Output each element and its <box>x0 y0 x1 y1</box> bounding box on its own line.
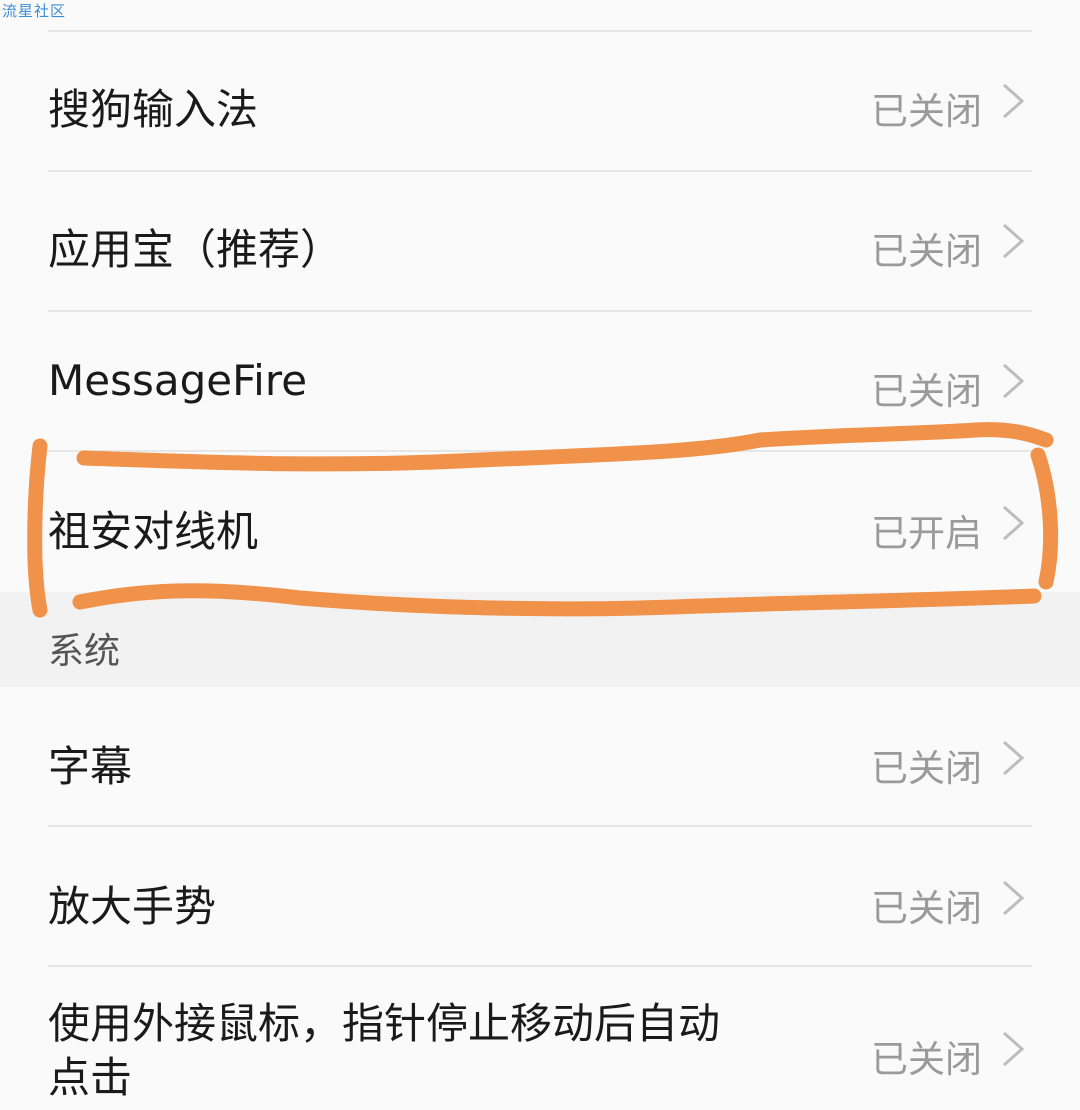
item-status: 已关闭 <box>871 230 982 273</box>
list-item-magnification-gesture[interactable]: 放大手势 已关闭 <box>0 827 1080 965</box>
chevron-right-icon <box>1003 363 1025 399</box>
item-label: MessageFire <box>48 356 308 405</box>
list-item-yingyongbao[interactable]: 应用宝（推荐） 已关闭 <box>0 172 1080 310</box>
item-status: 已关闭 <box>871 1038 982 1081</box>
item-label: 搜狗输入法 <box>48 85 259 134</box>
item-label: 应用宝（推荐） <box>48 225 343 274</box>
chevron-right-icon <box>1003 83 1025 119</box>
item-status: 已关闭 <box>871 90 982 133</box>
chevron-right-icon <box>1003 223 1025 259</box>
chevron-right-icon <box>1003 740 1025 776</box>
chevron-right-icon <box>1003 1031 1025 1067</box>
chevron-right-icon <box>1003 880 1025 916</box>
item-status: 已关闭 <box>871 747 982 790</box>
watermark: 流星社区 <box>2 2 67 20</box>
item-status: 已关闭 <box>871 887 982 930</box>
section-title: 系统 <box>48 631 121 672</box>
list-item-subtitles[interactable]: 字幕 已关闭 <box>0 687 1080 825</box>
list-item-auto-click[interactable]: 使用外接鼠标，指针停止移动后自动点击 已关闭 <box>0 967 1080 1110</box>
section-header-system: 系统 <box>0 592 1080 687</box>
item-label: 祖安对线机 <box>48 507 259 556</box>
item-status: 已开启 <box>871 512 982 555</box>
item-status: 已关闭 <box>871 370 982 413</box>
list-item-zuan-duixianji[interactable]: 祖安对线机 已开启 <box>0 452 1080 592</box>
list-item-sogou-input[interactable]: 搜狗输入法 已关闭 <box>0 32 1080 170</box>
chevron-right-icon <box>1003 505 1025 541</box>
item-label: 放大手势 <box>48 882 217 931</box>
item-label: 字幕 <box>48 742 133 791</box>
item-label: 使用外接鼠标，指针停止移动后自动点击 <box>48 999 721 1102</box>
list-item-messagefire[interactable]: MessageFire 已关闭 <box>0 312 1080 450</box>
